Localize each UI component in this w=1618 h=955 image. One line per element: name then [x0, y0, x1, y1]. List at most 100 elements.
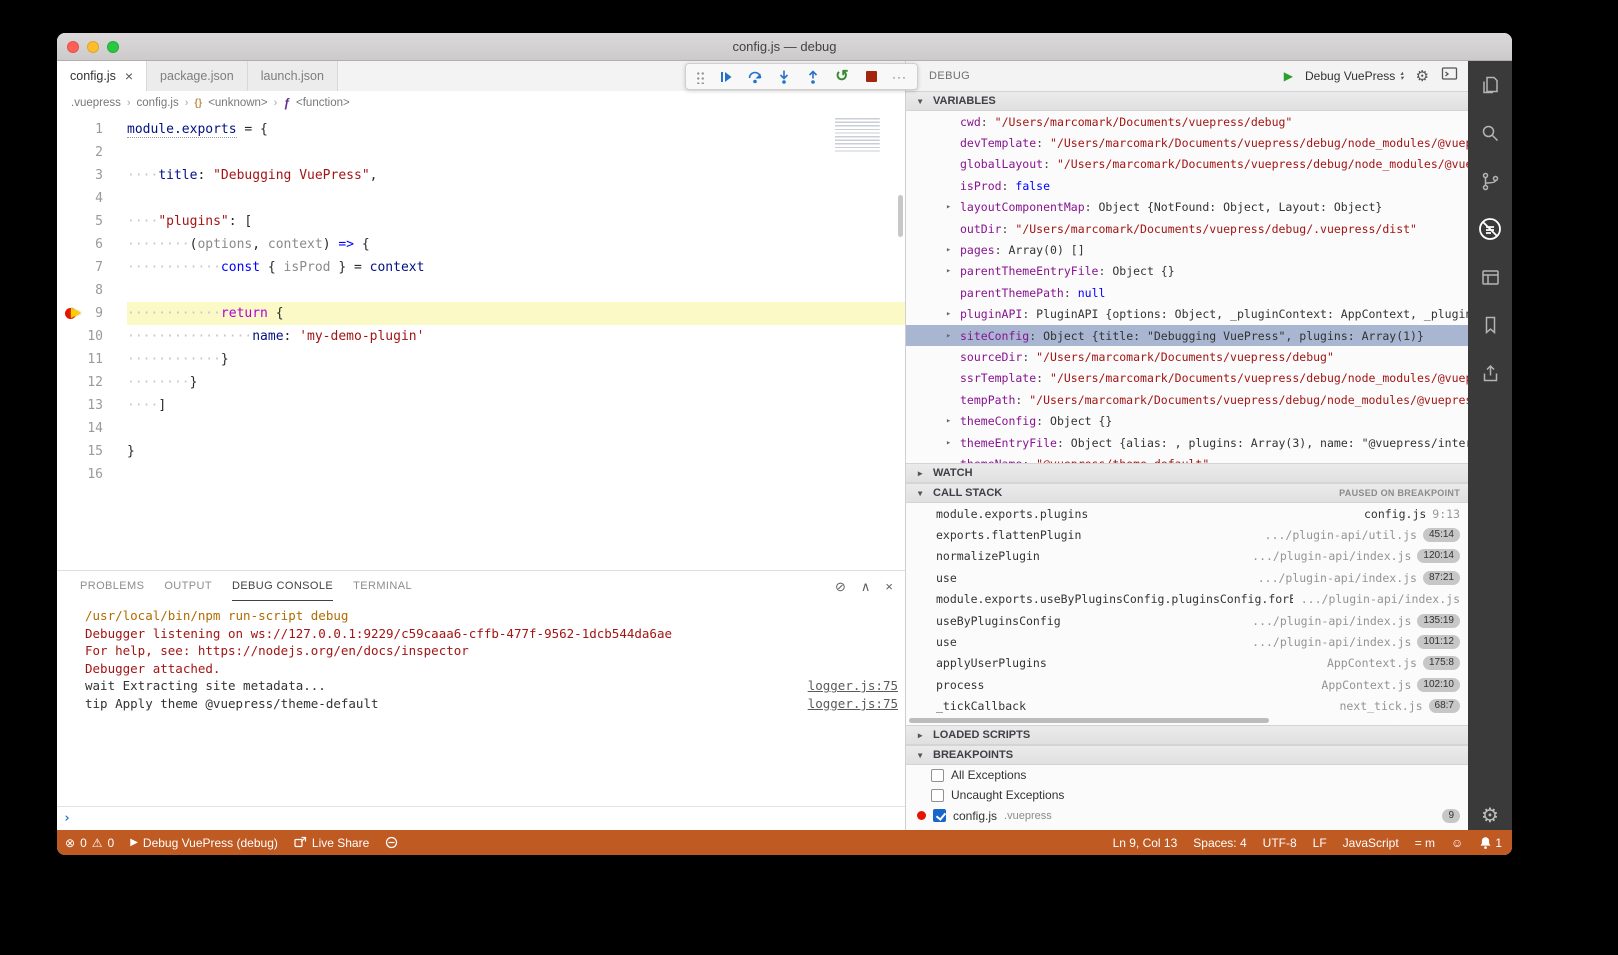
- variable-row[interactable]: ▸ themeEntryFile: Object {alias: , plugin…: [906, 432, 1468, 453]
- live-share-icon[interactable]: [1468, 349, 1512, 397]
- variable-row[interactable]: devTemplate: "/Users/marcomark/Documents…: [906, 132, 1468, 153]
- bookmarks-icon[interactable]: [1468, 301, 1512, 349]
- code-line[interactable]: [127, 141, 905, 164]
- line-number[interactable]: 13: [57, 394, 127, 417]
- expand-icon[interactable]: ▸: [946, 202, 960, 212]
- source-control-icon[interactable]: [1468, 157, 1512, 205]
- problems-status[interactable]: ⊗ 0 ⚠ 0: [65, 836, 114, 850]
- minimap[interactable]: [835, 118, 891, 152]
- cursor-position[interactable]: Ln 9, Col 13: [1113, 836, 1178, 850]
- explorer-icon[interactable]: [1468, 61, 1512, 109]
- variable-row[interactable]: ▸ layoutComponentMap: Object {NotFound: O…: [906, 197, 1468, 218]
- callstack-frame[interactable]: module.exports.useByPluginsConfig.plugin…: [906, 589, 1468, 610]
- language-mode[interactable]: JavaScript: [1343, 836, 1399, 850]
- expand-icon[interactable]: ▸: [946, 438, 960, 448]
- breadcrumb-item[interactable]: .vuepress: [71, 97, 121, 109]
- section-loaded-scripts[interactable]: ▸ LOADED SCRIPTS: [906, 725, 1468, 745]
- line-number[interactable]: 10: [57, 325, 127, 348]
- checkbox[interactable]: [931, 788, 944, 802]
- code-line[interactable]: [127, 417, 905, 440]
- line-number[interactable]: 9: [57, 302, 127, 325]
- code-line[interactable]: ················name: 'my-demo-plugin': [127, 325, 905, 348]
- breakpoint-uncaught-exceptions[interactable]: Uncaught Exceptions: [906, 785, 1468, 805]
- line-number[interactable]: 1: [57, 118, 127, 141]
- line-number[interactable]: 6: [57, 233, 127, 256]
- code-line[interactable]: [127, 187, 905, 210]
- clear-console-icon[interactable]: ⊘: [835, 580, 846, 593]
- breadcrumb-item[interactable]: config.js: [137, 97, 179, 109]
- variable-row[interactable]: ▸ themeConfig: Object {}: [906, 410, 1468, 431]
- stop-button[interactable]: [863, 69, 879, 85]
- tab-problems[interactable]: PROBLEMS: [80, 571, 144, 601]
- expand-icon[interactable]: ▸: [946, 416, 960, 426]
- line-number[interactable]: 14: [57, 417, 127, 440]
- section-watch[interactable]: ▸ WATCH: [906, 463, 1468, 483]
- start-debug-icon[interactable]: ▶: [1284, 70, 1293, 82]
- step-over-button[interactable]: [747, 69, 763, 85]
- line-number[interactable]: 16: [57, 463, 127, 486]
- step-out-button[interactable]: [805, 69, 821, 85]
- search-icon[interactable]: [1468, 109, 1512, 157]
- console-output[interactable]: /usr/local/bin/npm run-script debug Debug…: [57, 601, 905, 806]
- variable-row[interactable]: themeName: "@vuepress/theme-default": [906, 453, 1468, 463]
- indentation[interactable]: Spaces: 4: [1193, 836, 1246, 850]
- breadcrumb-item[interactable]: <unknown>: [208, 97, 267, 109]
- variable-row[interactable]: ▸ pluginAPI: PluginAPI {options: Object, …: [906, 304, 1468, 325]
- close-window-button[interactable]: [67, 40, 79, 53]
- editor-scrollbar[interactable]: [898, 195, 903, 237]
- variable-row[interactable]: ssrTemplate: "/Users/marcomark/Documents…: [906, 368, 1468, 389]
- variable-row[interactable]: outDir: "/Users/marcomark/Documents/vuep…: [906, 218, 1468, 239]
- zoom-window-button[interactable]: [107, 40, 119, 53]
- tab-package-json[interactable]: package.json: [147, 61, 248, 91]
- callstack-scrollbar[interactable]: [906, 717, 1468, 725]
- variable-row[interactable]: ▸ siteConfig: Object {title: "Debugging V…: [906, 324, 1468, 347]
- line-number[interactable]: 3: [57, 164, 127, 187]
- breakpoint-all-exceptions[interactable]: All Exceptions: [906, 765, 1468, 785]
- minimize-window-button[interactable]: [87, 40, 99, 53]
- code-line[interactable]: ····title: "Debugging VuePress",: [127, 164, 905, 187]
- notifications-status[interactable]: 1: [1479, 836, 1502, 850]
- section-call-stack[interactable]: ▾ CALL STACK PAUSED ON BREAKPOINT: [906, 483, 1468, 503]
- tab-config-js[interactable]: config.js ×: [57, 61, 148, 91]
- section-variables[interactable]: ▾ VARIABLES: [906, 91, 1468, 111]
- callstack-frame[interactable]: module.exports.plugins config.js 9:13: [906, 503, 1468, 524]
- code-line[interactable]: ········(options, context) => {: [127, 233, 905, 256]
- line-number[interactable]: 5: [57, 210, 127, 233]
- console-source-link[interactable]: logger.js:75: [808, 677, 898, 695]
- restart-button[interactable]: ↺: [834, 68, 850, 85]
- code-line[interactable]: module.exports = {: [127, 118, 905, 141]
- breadcrumb-item[interactable]: <function>: [296, 97, 350, 109]
- section-breakpoints[interactable]: ▾ BREAKPOINTS: [906, 745, 1468, 765]
- checkbox-checked[interactable]: [933, 809, 946, 823]
- code-line[interactable]: [127, 279, 905, 302]
- callstack-frame[interactable]: normalizePlugin .../plugin-api/index.js 12…: [906, 546, 1468, 567]
- close-panel-icon[interactable]: ×: [885, 580, 893, 593]
- line-number[interactable]: 2: [57, 141, 127, 164]
- variable-row[interactable]: sourceDir: "/Users/marcomark/Documents/v…: [906, 346, 1468, 367]
- callstack-frame[interactable]: applyUserPlugins AppContext.js 175:8: [906, 653, 1468, 674]
- variable-row[interactable]: tempPath: "/Users/marcomark/Documents/vu…: [906, 389, 1468, 410]
- code-line[interactable]: ····"plugins": [: [127, 210, 905, 233]
- code-line[interactable]: ············}: [127, 348, 905, 371]
- encoding[interactable]: UTF-8: [1263, 836, 1297, 850]
- callstack-frame[interactable]: use .../plugin-api/index.js 87:21: [906, 567, 1468, 588]
- tab-terminal[interactable]: TERMINAL: [353, 571, 412, 601]
- line-number[interactable]: 12: [57, 371, 127, 394]
- maximize-panel-icon[interactable]: ∧: [861, 580, 871, 593]
- more-actions-icon[interactable]: ···: [892, 70, 907, 84]
- variable-row[interactable]: globalLayout: "/Users/marcomark/Document…: [906, 154, 1468, 175]
- checkbox[interactable]: [931, 768, 944, 782]
- console-input[interactable]: ›: [57, 806, 905, 830]
- variable-row[interactable]: ▸ pages: Array(0) []: [906, 239, 1468, 260]
- code-editor[interactable]: 1 2 3 4 5 6 7 8 9 10 11 12 13 14 15 16 module.exports =…: [57, 115, 905, 570]
- debug-session-status[interactable]: ▶ Debug VuePress (debug): [130, 836, 278, 850]
- callstack-frame[interactable]: _tickCallback next_tick.js 68:7: [906, 696, 1468, 717]
- code-line[interactable]: ········}: [127, 371, 905, 394]
- expand-icon[interactable]: ▸: [946, 331, 960, 341]
- configure-gear-icon[interactable]: ⚙: [1416, 69, 1429, 84]
- code-line[interactable]: ····]: [127, 394, 905, 417]
- callstack-frame[interactable]: exports.flattenPlugin .../plugin-api/util…: [906, 524, 1468, 545]
- status-extra-icon[interactable]: [385, 836, 398, 849]
- tab-debug-console[interactable]: DEBUG CONSOLE: [231, 571, 334, 601]
- tab-output[interactable]: OUTPUT: [164, 571, 212, 601]
